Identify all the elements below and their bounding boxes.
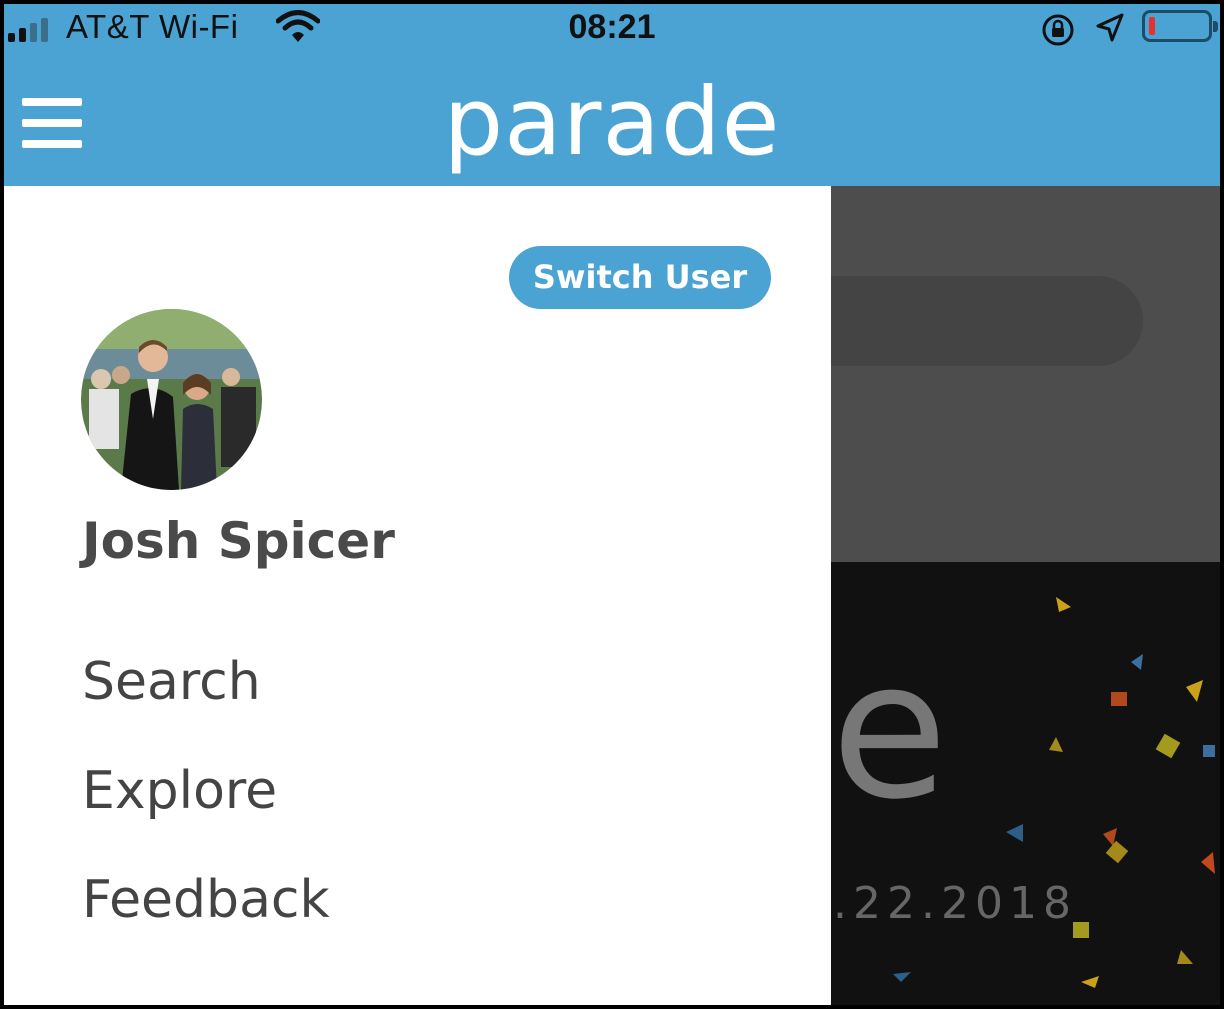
avatar	[81, 309, 262, 490]
background-logo-fragment: e	[831, 620, 948, 841]
dimmed-background[interactable]: e .22.2018	[831, 186, 1220, 1005]
menu-item-search[interactable]: Search	[82, 652, 330, 761]
app-logo: parade	[443, 68, 781, 177]
background-event-date: .22.2018	[833, 878, 1077, 929]
battery-icon	[1142, 10, 1218, 42]
menu-item-explore[interactable]: Explore	[82, 761, 330, 870]
rotation-lock-icon	[1042, 14, 1074, 46]
status-time: 08:21	[568, 8, 656, 46]
background-search-bar	[831, 276, 1143, 366]
user-name: Josh Spicer	[82, 512, 395, 570]
location-arrow-icon	[1096, 13, 1124, 42]
status-bar: AT&T Wi-Fi 08:21	[4, 4, 1220, 56]
background-top-section	[831, 186, 1220, 562]
drawer-menu: Search Explore Feedback	[82, 652, 330, 979]
app-header: AT&T Wi-Fi 08:21 parade	[4, 4, 1220, 186]
profile-photo	[81, 309, 262, 490]
app-screen: AT&T Wi-Fi 08:21 parade Switch User Josh…	[0, 0, 1224, 1009]
menu-item-feedback[interactable]: Feedback	[82, 870, 330, 979]
switch-user-button[interactable]: Switch User	[509, 246, 771, 309]
side-drawer: Switch User Josh Spicer Search Explore F…	[4, 186, 831, 1005]
background-banner: e .22.2018	[831, 562, 1220, 1005]
